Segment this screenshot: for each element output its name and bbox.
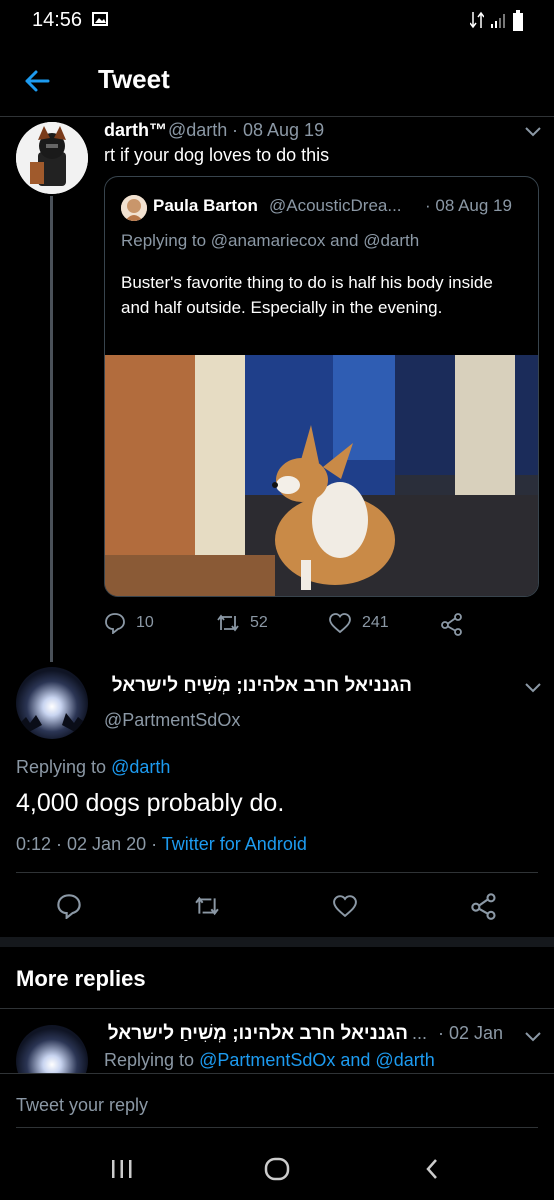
avatar[interactable] <box>16 1025 88 1073</box>
main-share-button[interactable] <box>470 892 498 920</box>
reply-date: · 02 Jan <box>438 1023 504 1043</box>
replying-prefix: Replying to <box>104 1050 195 1070</box>
reply-input[interactable]: Tweet your reply <box>16 1095 536 1116</box>
retweet-icon <box>216 612 240 634</box>
replying-prefix: Replying to <box>121 231 207 250</box>
main-like-button[interactable] <box>331 894 359 918</box>
main-replying-line: Replying to @darth <box>16 757 170 778</box>
like-button[interactable]: 241 <box>328 612 389 634</box>
tweet-author-handle[interactable]: @darth <box>168 120 227 141</box>
divider <box>16 872 538 873</box>
tweet-actions-bar: 10 52 241 <box>104 612 544 638</box>
status-time: 14:56 <box>32 9 83 31</box>
page-title: Tweet <box>98 64 170 94</box>
replying-to-link[interactable]: @darth <box>111 757 170 777</box>
status-bar: 14:56 <box>0 0 554 44</box>
quoted-date: · 08 Aug 19 <box>425 196 512 215</box>
reply-replying-line: Replying to @PartmentSdOx and @darth <box>104 1050 435 1071</box>
reply-list-item[interactable]: הגנניאל חרב אלהינו; מְשִׁיחַ לישראל ... … <box>0 1009 554 1073</box>
main-tweet-meta: 0:12 · 02 Jan 20 · Twitter for Android <box>16 834 307 855</box>
thread-connector-line <box>50 196 53 662</box>
chevron-down-icon[interactable] <box>524 1031 542 1043</box>
gallery-notification-icon <box>92 12 108 26</box>
data-transfer-icon <box>470 10 484 30</box>
quoted-tweet-card[interactable]: Paula Barton @AcousticDrea... · 08 Aug 1… <box>104 176 539 597</box>
home-icon[interactable] <box>264 1157 290 1181</box>
reply-author-name[interactable]: הגנניאל חרב אלהינו; מְשִׁיחַ לישראל <box>104 1023 408 1045</box>
back-arrow-icon[interactable] <box>22 66 52 96</box>
retweet-icon <box>193 894 221 918</box>
reply-icon <box>104 612 126 634</box>
main-retweet-button[interactable] <box>193 894 221 918</box>
chevron-down-icon[interactable] <box>524 126 542 138</box>
retweet-count: 52 <box>250 614 268 631</box>
main-author-handle[interactable]: @PartmentSdOx <box>104 710 240 731</box>
heart-icon <box>328 612 352 634</box>
replying-prefix: Replying to <box>16 757 107 777</box>
reply-count: 10 <box>136 614 154 631</box>
reply-ellipsis: ... <box>412 1023 428 1043</box>
recent-apps-icon[interactable] <box>110 1158 134 1180</box>
quoted-author-handle: @AcousticDrea... <box>269 196 402 215</box>
signal-icon <box>490 12 508 28</box>
battery-icon <box>512 10 524 32</box>
like-count: 241 <box>362 614 389 631</box>
more-replies-heading: More replies <box>16 966 146 991</box>
chevron-down-icon[interactable] <box>524 682 542 694</box>
divider <box>0 1073 554 1074</box>
quoted-replying-line: Replying to @anamariecox and @darth <box>121 231 419 251</box>
avatar[interactable] <box>16 122 88 194</box>
app-header: Tweet <box>0 44 554 117</box>
share-button[interactable] <box>440 612 464 636</box>
section-divider <box>0 937 554 947</box>
tweet-author-name[interactable]: darth™ <box>104 120 167 141</box>
divider <box>16 1127 538 1128</box>
main-tweet-text: 4,000 dogs probably do. <box>16 789 285 817</box>
replying-to-link[interactable]: @PartmentSdOx and @darth <box>199 1050 435 1070</box>
reply-icon <box>56 893 82 919</box>
tweet-date: · 08 Aug 19 <box>232 120 325 140</box>
tweet-source-link[interactable]: Twitter for Android <box>162 834 307 854</box>
tweet-timestamp: 0:12 · 02 Jan 20 · <box>16 834 158 854</box>
share-icon <box>440 612 464 636</box>
tweet-text: rt if your dog loves to do this <box>104 145 330 165</box>
reply-button[interactable]: 10 <box>104 612 154 634</box>
share-icon <box>470 892 498 920</box>
quoted-author-name: Paula Barton <box>153 196 258 215</box>
quoted-tweet-image[interactable] <box>105 355 538 596</box>
replying-to-users: @anamariecox and @darth <box>210 231 420 250</box>
main-reply-button[interactable] <box>56 893 82 919</box>
avatar[interactable] <box>16 667 88 739</box>
back-nav-icon[interactable] <box>424 1157 440 1181</box>
retweet-button[interactable]: 52 <box>216 612 268 634</box>
avatar <box>121 195 147 221</box>
heart-icon <box>331 894 359 918</box>
quoted-text: Buster's favorite thing to do is half hi… <box>121 273 493 317</box>
main-author-name[interactable]: הגנניאל חרב אלהינו; מְשִׁיחַ לישראל <box>104 675 412 697</box>
